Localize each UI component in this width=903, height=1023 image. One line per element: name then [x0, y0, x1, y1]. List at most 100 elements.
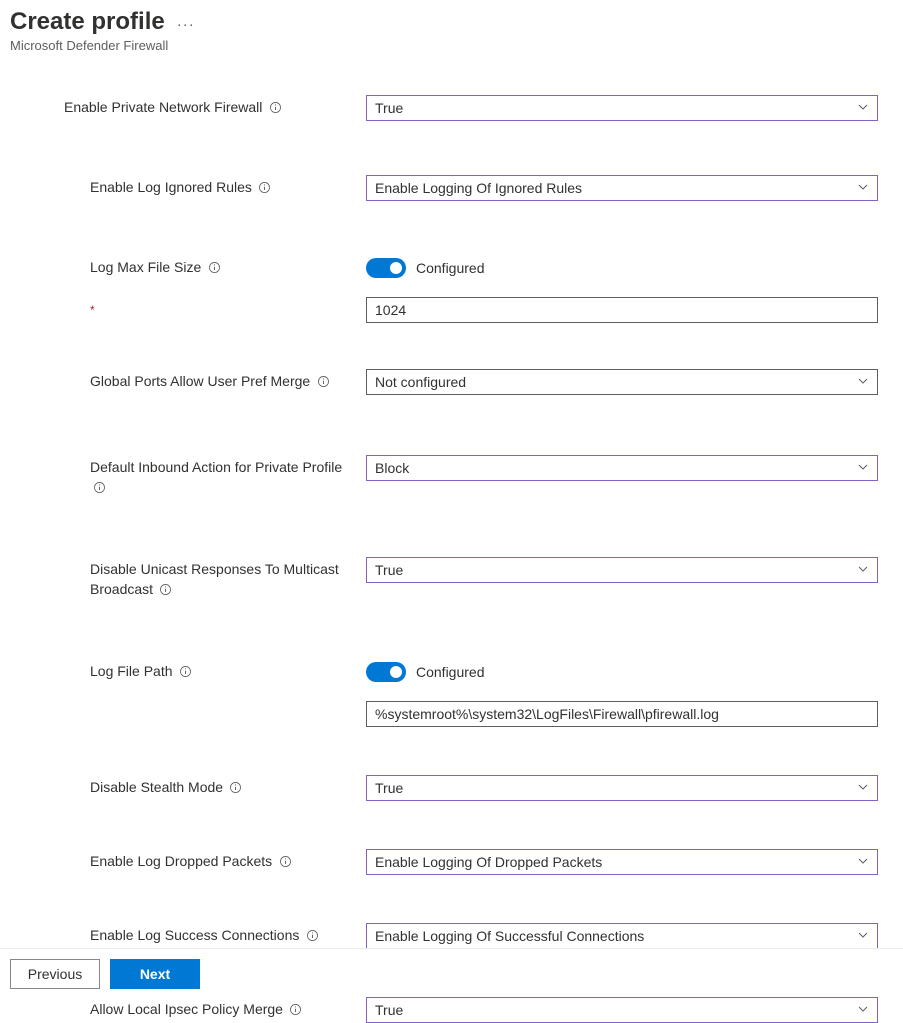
info-icon[interactable] — [268, 101, 282, 115]
chevron-down-icon — [857, 1002, 869, 1018]
setting-row-disable_stealth_mode: Disable Stealth Mode True — [10, 775, 893, 801]
setting-label-text: Log File Path — [90, 663, 173, 679]
setting-row-log_max_file_size: Log Max File Size Configured — [10, 255, 893, 281]
setting-row-allow_local_ipsec_merge: Allow Local Ipsec Policy Merge True — [10, 997, 893, 1023]
setting-label: Enable Log Success Connections — [10, 923, 366, 945]
setting-field: 1024 — [366, 297, 878, 323]
setting-label: Enable Log Ignored Rules — [10, 175, 366, 197]
next-button[interactable]: Next — [110, 959, 200, 989]
select-enable_log_ignored[interactable]: Enable Logging Of Ignored Rules — [366, 175, 878, 201]
text-input-value: %systemroot%\system32\LogFiles\Firewall\… — [375, 706, 719, 722]
setting-row-default_inbound_private: Default Inbound Action for Private Profi… — [10, 455, 893, 497]
setting-row-enable_log_ignored: Enable Log Ignored Rules Enable Logging … — [10, 175, 893, 201]
info-icon[interactable] — [289, 1003, 303, 1017]
chevron-down-icon — [857, 100, 869, 116]
setting-row-enable_log_dropped: Enable Log Dropped Packets Enable Loggin… — [10, 849, 893, 875]
select-default_inbound_private[interactable]: Block — [366, 455, 878, 481]
setting-label: Log File Path — [10, 659, 366, 681]
select-value: Enable Logging Of Dropped Packets — [375, 854, 602, 870]
setting-row-enable_private_firewall: Enable Private Network Firewall True — [10, 95, 893, 121]
select-enable_private_firewall[interactable]: True — [366, 95, 878, 121]
setting-field: Configured — [366, 255, 878, 281]
setting-field: True — [366, 557, 878, 583]
settings-form: Enable Private Network Firewall TrueEnab… — [10, 95, 893, 1023]
info-icon[interactable] — [92, 481, 106, 495]
chevron-down-icon — [857, 854, 869, 870]
info-icon[interactable] — [178, 665, 192, 679]
required-indicator: * — [90, 303, 95, 317]
toggle-knob — [390, 666, 402, 678]
setting-row-disable_unicast_multicast: Disable Unicast Responses To Multicast B… — [10, 557, 893, 599]
setting-label-text: Default Inbound Action for Private Profi… — [90, 459, 342, 475]
info-icon[interactable] — [159, 583, 173, 597]
setting-label: Enable Private Network Firewall — [10, 95, 366, 117]
setting-label-text: Allow Local Ipsec Policy Merge — [90, 1001, 283, 1017]
toggle-log_file_path_toggle[interactable] — [366, 662, 406, 682]
page-subtitle: Microsoft Defender Firewall — [10, 38, 893, 53]
select-allow_local_ipsec_merge[interactable]: True — [366, 997, 878, 1023]
setting-label-text: Global Ports Allow User Pref Merge — [90, 373, 310, 389]
setting-field: True — [366, 95, 878, 121]
info-icon[interactable] — [258, 181, 272, 195]
info-icon[interactable] — [278, 855, 292, 869]
chevron-down-icon — [857, 562, 869, 578]
toggle-state-label: Configured — [416, 664, 485, 680]
toggle-log_max_file_size[interactable] — [366, 258, 406, 278]
chevron-down-icon — [857, 374, 869, 390]
setting-label-text: Enable Log Ignored Rules — [90, 179, 252, 195]
chevron-down-icon — [857, 460, 869, 476]
info-icon[interactable] — [305, 929, 319, 943]
setting-field: True — [366, 775, 878, 801]
select-value: Block — [375, 460, 409, 476]
select-enable_log_dropped[interactable]: Enable Logging Of Dropped Packets — [366, 849, 878, 875]
setting-field: True — [366, 997, 878, 1023]
setting-row-global_ports_merge: Global Ports Allow User Pref Merge Not c… — [10, 369, 893, 395]
select-disable_unicast_multicast[interactable]: True — [366, 557, 878, 583]
select-value: Not configured — [375, 374, 466, 390]
select-value: True — [375, 100, 403, 116]
setting-row-log_file_path_value: %systemroot%\system32\LogFiles\Firewall\… — [10, 701, 893, 727]
chevron-down-icon — [857, 928, 869, 944]
setting-label-text: Disable Unicast Responses To Multicast B… — [90, 561, 339, 597]
info-icon[interactable] — [207, 261, 221, 275]
select-value: True — [375, 1002, 403, 1018]
select-enable_log_success[interactable]: Enable Logging Of Successful Connections — [366, 923, 878, 949]
setting-label: Default Inbound Action for Private Profi… — [10, 455, 366, 497]
setting-field: Enable Logging Of Ignored Rules — [366, 175, 878, 201]
info-icon[interactable] — [316, 375, 330, 389]
setting-label-text: Enable Log Dropped Packets — [90, 853, 272, 869]
setting-label-text: Enable Log Success Connections — [90, 927, 299, 943]
setting-row-enable_log_success: Enable Log Success Connections Enable Lo… — [10, 923, 893, 949]
previous-button[interactable]: Previous — [10, 959, 100, 989]
text-input-log_file_path_value[interactable]: %systemroot%\system32\LogFiles\Firewall\… — [366, 701, 878, 727]
select-disable_stealth_mode[interactable]: True — [366, 775, 878, 801]
toggle-state-label: Configured — [416, 260, 485, 276]
more-icon[interactable]: ··· — [177, 17, 195, 32]
select-value: Enable Logging Of Successful Connections — [375, 928, 644, 944]
setting-field: %systemroot%\system32\LogFiles\Firewall\… — [366, 701, 878, 727]
setting-field: Not configured — [366, 369, 878, 395]
text-input-value: 1024 — [375, 302, 406, 318]
setting-label: Log Max File Size — [10, 255, 366, 277]
text-input-log_max_file_size_value[interactable]: 1024 — [366, 297, 878, 323]
setting-field: Enable Logging Of Dropped Packets — [366, 849, 878, 875]
toggle-knob — [390, 262, 402, 274]
select-value: True — [375, 562, 403, 578]
setting-label: * — [10, 297, 366, 320]
select-global_ports_merge[interactable]: Not configured — [366, 369, 878, 395]
setting-label-text: Disable Stealth Mode — [90, 779, 223, 795]
setting-label: Enable Log Dropped Packets — [10, 849, 366, 871]
setting-label-text: Enable Private Network Firewall — [64, 99, 262, 115]
setting-field: Enable Logging Of Successful Connections — [366, 923, 878, 949]
chevron-down-icon — [857, 780, 869, 796]
setting-row-log_max_file_size_value: * 1024 — [10, 297, 893, 323]
footer-bar: Previous Next — [0, 948, 903, 999]
select-value: True — [375, 780, 403, 796]
select-value: Enable Logging Of Ignored Rules — [375, 180, 582, 196]
info-icon[interactable] — [229, 781, 243, 795]
setting-field: Block — [366, 455, 878, 481]
setting-label: Global Ports Allow User Pref Merge — [10, 369, 366, 391]
setting-label: Disable Stealth Mode — [10, 775, 366, 797]
setting-label: Disable Unicast Responses To Multicast B… — [10, 557, 366, 599]
setting-label: Allow Local Ipsec Policy Merge — [10, 997, 366, 1019]
